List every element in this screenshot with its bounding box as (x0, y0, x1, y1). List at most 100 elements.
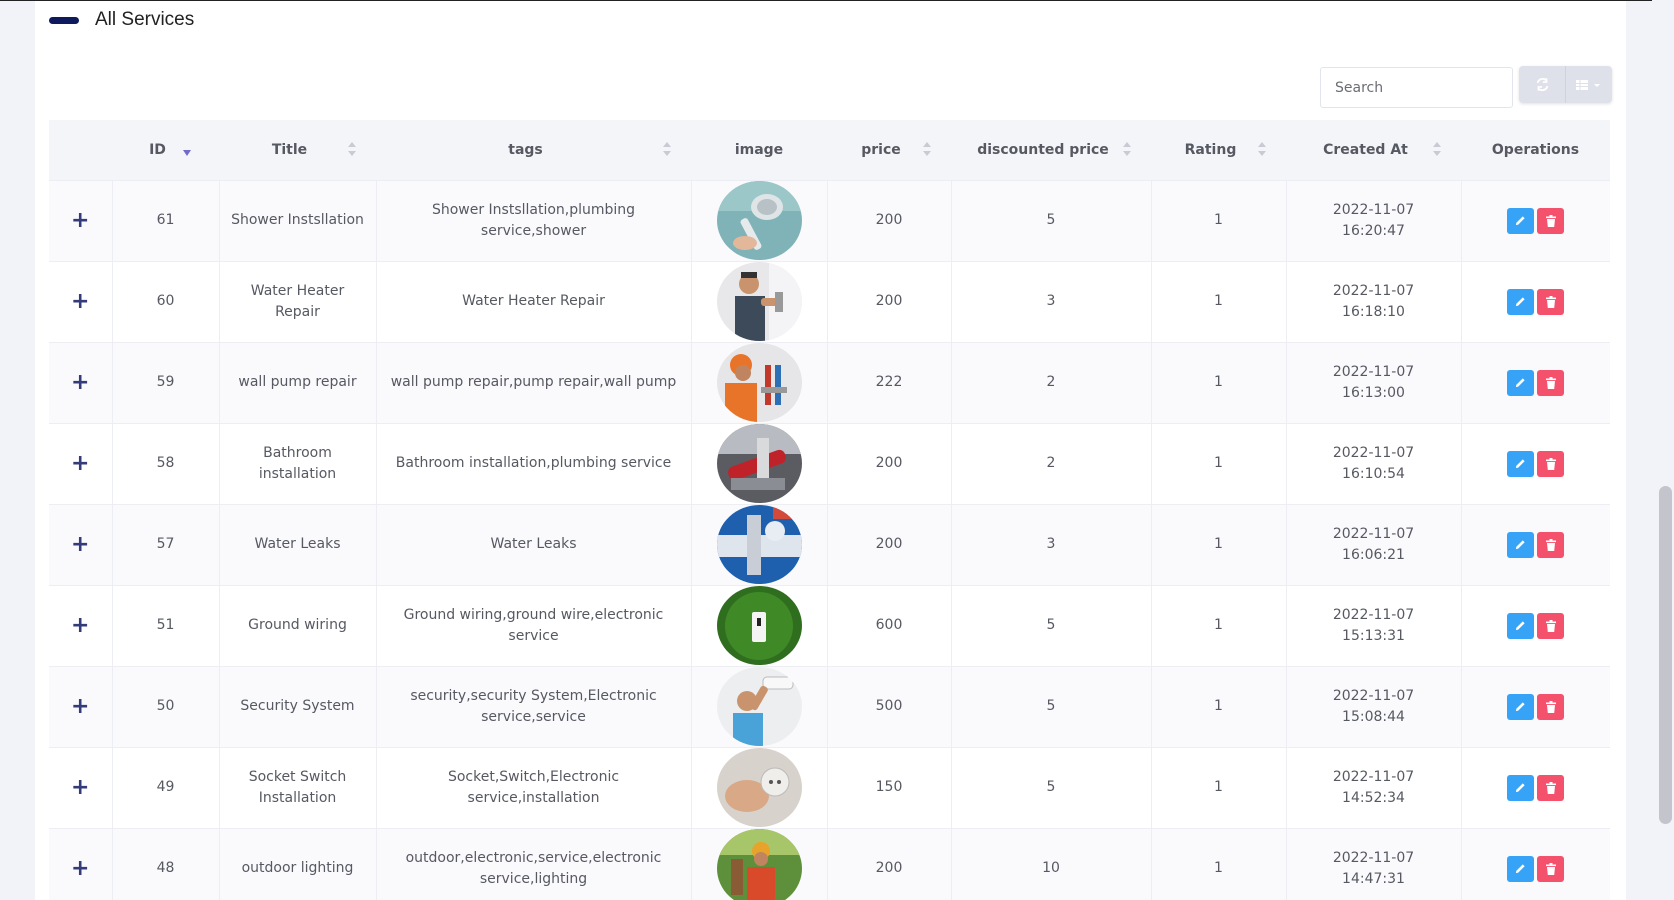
shower-head-photo[interactable] (716, 181, 802, 260)
sort-icon (348, 142, 356, 156)
pencil-icon (1516, 783, 1525, 793)
cell-price: 500 (827, 666, 952, 747)
edit-button[interactable] (1507, 855, 1535, 882)
cell-title: outdoor lighting (219, 828, 377, 900)
cell-operations (1461, 585, 1610, 666)
edit-button[interactable] (1507, 369, 1535, 396)
cell-tags: Socket,Switch,Electronic service,install… (376, 747, 692, 828)
cell-rating: 1 (1151, 261, 1287, 342)
cell-discounted-price: 10 (951, 828, 1152, 900)
expand-row-button[interactable]: + (49, 342, 113, 423)
table-row: + 58 Bathroom installation Bathroom inst… (49, 423, 1610, 504)
cell-price: 150 (827, 747, 952, 828)
search-input[interactable] (1320, 67, 1513, 108)
delete-button[interactable] (1537, 531, 1565, 558)
cell-operations (1461, 747, 1610, 828)
water-heater-technician-photo[interactable] (716, 262, 802, 341)
expand-row-button[interactable]: + (49, 828, 113, 900)
edit-button[interactable] (1507, 207, 1535, 234)
expand-row-button[interactable]: + (49, 180, 113, 261)
delete-button[interactable] (1537, 288, 1565, 315)
table-row: + 61 Shower Instsllation Shower Instslla… (49, 180, 1610, 261)
trash-icon (1545, 781, 1556, 794)
col-header-price[interactable]: price (827, 120, 951, 180)
cell-price: 200 (827, 423, 952, 504)
col-header-title[interactable]: Title (219, 120, 376, 180)
delete-button[interactable] (1537, 774, 1565, 801)
expand-row-button[interactable]: + (49, 666, 113, 747)
cell-created-at: 2022-11-07 15:13:31 (1286, 585, 1462, 666)
edit-button[interactable] (1507, 450, 1535, 477)
cell-discounted-price: 5 (951, 180, 1152, 261)
created-time: 16:13:00 (1342, 384, 1405, 401)
cell-tags: Shower Instsllation,plumbing service,sho… (376, 180, 692, 261)
cell-rating: 1 (1151, 342, 1287, 423)
cell-discounted-price: 5 (951, 585, 1152, 666)
trash-icon (1545, 376, 1556, 389)
delete-button[interactable] (1537, 207, 1565, 234)
cell-operations (1461, 666, 1610, 747)
cell-tags: Water Leaks (376, 504, 692, 585)
cell-created-at: 2022-11-07 16:20:47 (1286, 180, 1462, 261)
cell-tags: outdoor,electronic,service,electronic se… (376, 828, 692, 900)
pencil-icon (1516, 621, 1525, 631)
cell-title: Water Leaks (219, 504, 377, 585)
card-header: All Services (49, 9, 194, 31)
cell-rating: 1 (1151, 666, 1287, 747)
col-header-created-at[interactable]: Created At (1286, 120, 1461, 180)
cell-tags: Bathroom installation,plumbing service (376, 423, 692, 504)
cell-discounted-price: 2 (951, 342, 1152, 423)
cell-id: 50 (112, 666, 220, 747)
cell-created-at: 2022-11-07 16:06:21 (1286, 504, 1462, 585)
delete-button[interactable] (1537, 612, 1565, 639)
edit-button[interactable] (1507, 693, 1535, 720)
expand-row-button[interactable]: + (49, 585, 113, 666)
refresh-button[interactable] (1519, 66, 1565, 103)
cell-rating: 1 (1151, 504, 1287, 585)
table-row: + 57 Water Leaks Water Leaks 200 3 1 202… (49, 504, 1610, 585)
pencil-icon (1516, 702, 1525, 712)
page-title: All Services (95, 9, 195, 30)
edit-button[interactable] (1507, 531, 1535, 558)
cell-image (691, 423, 828, 504)
outdoor-lighting-worker-photo[interactable] (716, 829, 802, 900)
water-leak-pipe-photo[interactable] (716, 505, 802, 584)
cell-created-at: 2022-11-07 15:08:44 (1286, 666, 1462, 747)
col-header-tags[interactable]: tags (376, 120, 691, 180)
delete-button[interactable] (1537, 693, 1565, 720)
created-time: 15:13:31 (1342, 627, 1405, 644)
cell-id: 60 (112, 261, 220, 342)
edit-button[interactable] (1507, 774, 1535, 801)
cell-image (691, 828, 828, 900)
security-camera-install-photo[interactable] (716, 667, 802, 746)
col-header-rating[interactable]: Rating (1151, 120, 1286, 180)
columns-toggle-button[interactable] (1565, 66, 1612, 103)
edit-button[interactable] (1507, 612, 1535, 639)
created-time: 16:18:10 (1342, 303, 1405, 320)
created-time: 16:20:47 (1342, 222, 1405, 239)
cell-operations (1461, 180, 1610, 261)
expand-row-button[interactable]: + (49, 747, 113, 828)
cell-operations (1461, 504, 1610, 585)
delete-button[interactable] (1537, 855, 1565, 882)
cell-id: 61 (112, 180, 220, 261)
cell-id: 48 (112, 828, 220, 900)
cell-price: 200 (827, 180, 952, 261)
created-time: 16:10:54 (1342, 465, 1405, 482)
delete-button[interactable] (1537, 369, 1565, 396)
created-date: 2022-11-07 (1332, 768, 1415, 785)
pump-technician-photo[interactable] (716, 343, 802, 422)
edit-button[interactable] (1507, 288, 1535, 315)
cell-rating: 1 (1151, 585, 1287, 666)
col-header-id[interactable]: ID (112, 120, 219, 180)
expand-row-button[interactable]: + (49, 261, 113, 342)
bathroom-pipe-wrench-photo[interactable] (716, 424, 802, 503)
ground-outlet-grass-photo[interactable] (716, 586, 802, 665)
cell-operations (1461, 261, 1610, 342)
col-header-discounted-price[interactable]: discounted price (951, 120, 1151, 180)
socket-hand-photo[interactable] (716, 748, 802, 827)
expand-row-button[interactable]: + (49, 423, 113, 504)
delete-button[interactable] (1537, 450, 1565, 477)
page-scrollbar-thumb[interactable] (1659, 486, 1672, 824)
expand-row-button[interactable]: + (49, 504, 113, 585)
